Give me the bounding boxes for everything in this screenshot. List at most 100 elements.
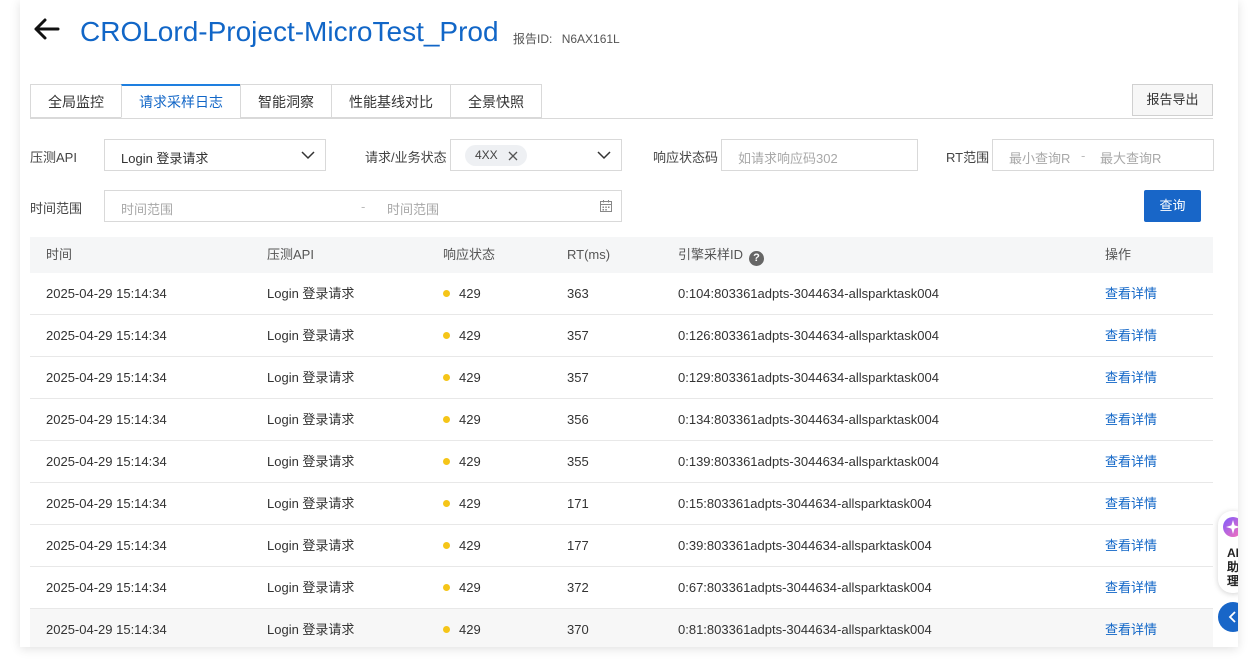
column-header-action: 操作 xyxy=(1105,247,1132,262)
cell-api: Login 登录请求 xyxy=(267,286,355,301)
status-tag-label: 4XX xyxy=(475,148,498,162)
time-end-placeholder[interactable]: 时间范围 xyxy=(387,199,439,218)
cell-status-code: 429 xyxy=(459,286,481,301)
sparkle-icon xyxy=(1223,517,1238,537)
cell-status: 429 xyxy=(443,357,481,398)
rt-max-placeholder[interactable]: 最大查询R xyxy=(1100,148,1161,167)
status-dot-icon xyxy=(443,332,450,339)
cell-sample-id: 0:126:803361adpts-3044634-allsparktask00… xyxy=(678,328,939,343)
status-filter-label: 请求/业务状态 xyxy=(365,150,447,165)
ai-assistant-button[interactable]: AI 助 理 xyxy=(1218,511,1238,593)
cell-status: 429 xyxy=(443,273,481,314)
view-details-link[interactable]: 查看详情 xyxy=(1105,315,1157,356)
back-button[interactable] xyxy=(30,12,64,46)
column-header-api: 压测API xyxy=(267,247,314,262)
status-dot-icon xyxy=(443,500,450,507)
status-dot-icon xyxy=(443,626,450,633)
tab-bar: 全局监控 请求采样日志 智能洞察 性能基线对比 全景快照 xyxy=(30,84,542,119)
cell-sample-id: 0:67:803361adpts-3044634-allsparktask004 xyxy=(678,580,932,595)
table-row: 2025-04-29 15:14:34 Login 登录请求 429 370 0:81:… xyxy=(30,609,1213,647)
tab-smart-insight[interactable]: 智能洞察 xyxy=(240,84,331,118)
question-icon[interactable]: ? xyxy=(749,251,765,266)
status-code-input[interactable]: 如请求响应码302 xyxy=(721,139,918,171)
table-row: 2025-04-29 15:14:34 Login 登录请求 429 171 0:15:… xyxy=(30,483,1213,525)
tab-request-sample-log[interactable]: 请求采样日志 xyxy=(121,84,240,118)
status-dot-icon xyxy=(443,290,450,297)
time-start-placeholder[interactable]: 时间范围 xyxy=(121,199,173,218)
ai-label-line-1: AI xyxy=(1227,546,1238,560)
api-filter-label: 压测API xyxy=(30,150,77,165)
collapse-panel-button[interactable] xyxy=(1218,602,1238,632)
cell-api: Login 登录请求 xyxy=(267,622,355,637)
rt-min-placeholder[interactable]: 最小查询R xyxy=(1009,148,1070,167)
cell-time: 2025-04-29 15:14:34 xyxy=(46,496,167,511)
cell-time: 2025-04-29 15:14:34 xyxy=(46,328,167,343)
cell-rt: 356 xyxy=(567,412,589,427)
report-id-value: N6AX161L xyxy=(561,32,620,46)
calendar-icon xyxy=(600,200,612,212)
table-row: 2025-04-29 15:14:34 Login 登录请求 429 177 0:39:… xyxy=(30,525,1213,567)
cell-sample-id: 0:39:803361adpts-3044634-allsparktask004 xyxy=(678,538,932,553)
tab-baseline-compare[interactable]: 性能基线对比 xyxy=(331,84,450,118)
status-dot-icon xyxy=(443,416,450,423)
cell-status: 429 xyxy=(443,525,481,566)
cell-status-code: 429 xyxy=(459,454,481,469)
cell-sample-id: 0:134:803361adpts-3044634-allsparktask00… xyxy=(678,412,939,427)
view-details-link[interactable]: 查看详情 xyxy=(1105,609,1157,647)
chevron-down-icon xyxy=(301,151,315,160)
status-code-placeholder: 如请求响应码302 xyxy=(738,151,838,166)
cell-api: Login 登录请求 xyxy=(267,454,355,469)
report-id-label: 报告ID: xyxy=(513,32,553,46)
view-details-link[interactable]: 查看详情 xyxy=(1105,357,1157,398)
status-tag: 4XX xyxy=(465,145,527,166)
view-details-link[interactable]: 查看详情 xyxy=(1105,441,1157,482)
export-report-button[interactable]: 报告导出 xyxy=(1132,84,1213,116)
time-range-separator: - xyxy=(361,199,366,214)
cell-status-code: 429 xyxy=(459,328,481,343)
cell-time: 2025-04-29 15:14:34 xyxy=(46,370,167,385)
page-title: CROLord-Project-MicroTest_Prod xyxy=(80,16,499,47)
view-details-link[interactable]: 查看详情 xyxy=(1105,525,1157,566)
rt-filter-label: RT范围 xyxy=(946,150,990,165)
time-filter-label: 时间范围 xyxy=(30,201,83,216)
cell-sample-id: 0:139:803361adpts-3044634-allsparktask00… xyxy=(678,454,939,469)
back-arrow-icon xyxy=(34,18,60,40)
view-details-link[interactable]: 查看详情 xyxy=(1105,399,1157,440)
cell-status-code: 429 xyxy=(459,370,481,385)
table-row: 2025-04-29 15:14:34 Login 登录请求 429 363 0:104… xyxy=(30,273,1213,315)
cell-sample-id: 0:129:803361adpts-3044634-allsparktask00… xyxy=(678,370,939,385)
cell-rt: 372 xyxy=(567,580,589,595)
view-details-link[interactable]: 查看详情 xyxy=(1105,567,1157,608)
view-details-link[interactable]: 查看详情 xyxy=(1105,273,1157,314)
cell-time: 2025-04-29 15:14:34 xyxy=(46,286,167,301)
cell-api: Login 登录请求 xyxy=(267,370,355,385)
table-row: 2025-04-29 15:14:34 Login 登录请求 429 357 0:129… xyxy=(30,357,1213,399)
query-button[interactable]: 查询 xyxy=(1144,190,1201,222)
status-dot-icon xyxy=(443,374,450,381)
api-select-value: Login 登录请求 xyxy=(121,151,209,166)
cell-rt: 177 xyxy=(567,538,589,553)
rt-range-input[interactable]: 最小查询R - 最大查询R xyxy=(992,139,1214,171)
view-details-link[interactable]: 查看详情 xyxy=(1105,483,1157,524)
close-icon[interactable] xyxy=(508,151,518,161)
column-header-time: 时间 xyxy=(46,247,73,262)
time-range-picker[interactable]: 时间范围 - 时间范围 xyxy=(104,190,622,222)
status-select[interactable]: 4XX xyxy=(450,139,622,171)
cell-status: 429 xyxy=(443,441,481,482)
tab-panorama-snapshot[interactable]: 全景快照 xyxy=(450,84,542,118)
cell-status-code: 429 xyxy=(459,622,481,637)
api-select[interactable]: Login 登录请求 xyxy=(104,139,326,171)
cell-sample-id: 0:15:803361adpts-3044634-allsparktask004 xyxy=(678,496,932,511)
report-id: 报告ID: N6AX161L xyxy=(513,30,620,47)
table-row: 2025-04-29 15:14:34 Login 登录请求 429 357 0:126… xyxy=(30,315,1213,357)
cell-time: 2025-04-29 15:14:34 xyxy=(46,412,167,427)
tab-divider xyxy=(30,118,1213,119)
code-filter-label: 响应状态码 xyxy=(653,150,719,165)
status-dot-icon xyxy=(443,584,450,591)
cell-status: 429 xyxy=(443,567,481,608)
cell-status-code: 429 xyxy=(459,580,481,595)
cell-status: 429 xyxy=(443,315,481,356)
cell-api: Login 登录请求 xyxy=(267,496,355,511)
tab-global-monitor[interactable]: 全局监控 xyxy=(30,84,121,118)
table-row: 2025-04-29 15:14:34 Login 登录请求 429 355 0:139… xyxy=(30,441,1213,483)
